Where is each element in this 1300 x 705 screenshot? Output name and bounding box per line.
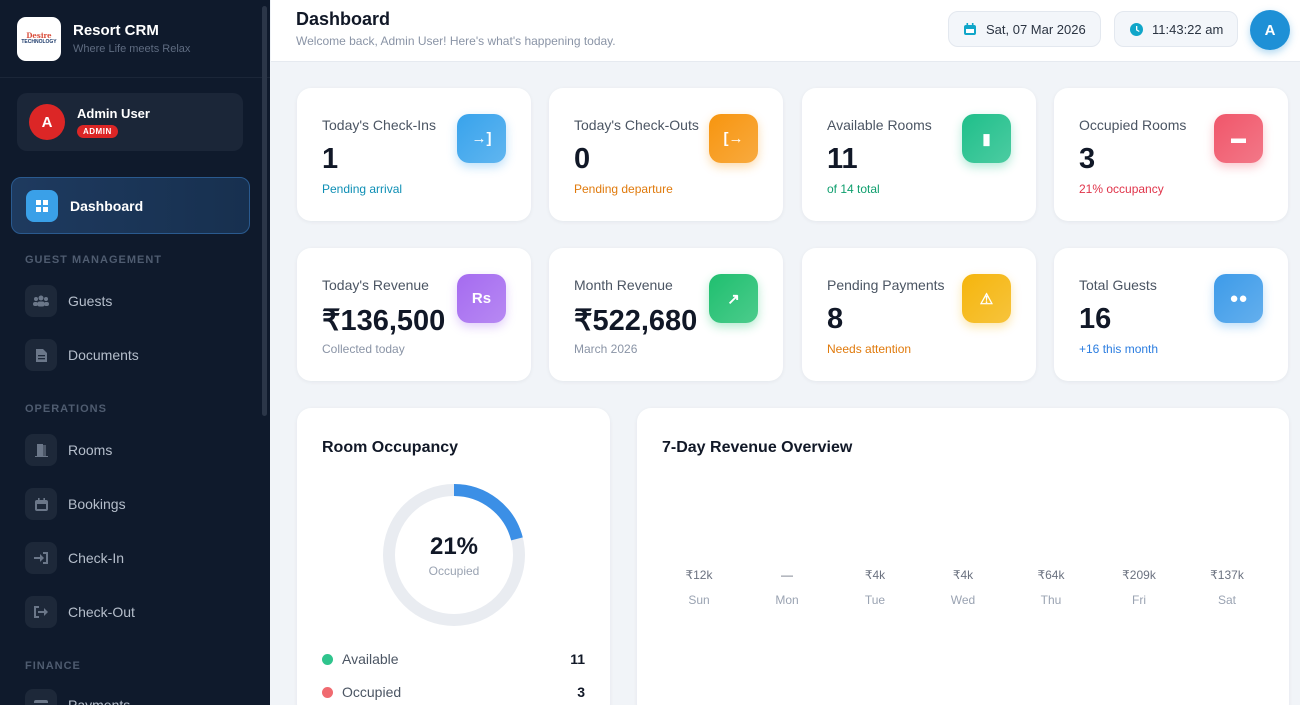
bed-icon: ▬: [1214, 114, 1263, 163]
door-open-icon: ▮: [962, 114, 1011, 163]
revenue-day-sun: ₹12k Sun: [655, 568, 743, 608]
calendar-icon: [963, 22, 977, 36]
revenue-value-label: ₹209k: [1122, 568, 1156, 582]
revenue-day-label: Sun: [688, 593, 710, 607]
revenue-day-fri: ₹209k Fri: [1095, 568, 1183, 608]
revenue-day-mon: — Mon: [743, 568, 831, 608]
stat-card-available-rooms[interactable]: Available Rooms 11 of 14 total ▮: [802, 88, 1036, 221]
stat-card-occupied-rooms[interactable]: Occupied Rooms 3 21% occupancy ▬: [1054, 88, 1288, 221]
revenue-day-label: Wed: [950, 593, 976, 607]
calendar-icon: [25, 488, 57, 520]
door-icon: [25, 434, 57, 466]
date-display: Sat, 07 Mar 2026: [948, 11, 1101, 47]
sidebar-scrollbar[interactable]: [262, 6, 267, 416]
nav-item-label: Dashboard: [70, 197, 144, 214]
revenue-day-tue: ₹4k Tue: [831, 568, 919, 608]
revenue-overview-panel: 7-Day Revenue Overview ₹12k Sun — Mon ₹4k Tue…: [637, 408, 1289, 705]
nav-item-dashboard[interactable]: Dashboard: [11, 177, 250, 234]
stat-card-todays-revenue[interactable]: Today's Revenue ₹136,500 Collected today…: [297, 248, 531, 381]
clock-icon: [1129, 22, 1143, 36]
revenue-value-label: —: [781, 568, 793, 582]
legend-occupied: Occupied 3: [322, 684, 585, 700]
sign-out-icon: [→: [709, 114, 758, 163]
top-header: Dashboard Welcome back, Admin User! Here…: [271, 0, 1300, 62]
page-title: Dashboard: [296, 9, 391, 29]
revenue-day-label: Fri: [1132, 593, 1146, 607]
nav-item-check-out[interactable]: Check-Out: [25, 595, 245, 629]
section-finance: FINANCE: [25, 660, 81, 672]
brand: Desire TECHNOLOGY Resort CRM Where Life …: [0, 0, 270, 78]
nav-item-bookings[interactable]: Bookings: [25, 487, 245, 521]
payments-icon: [25, 689, 57, 705]
revenue-value-label: ₹4k: [952, 568, 974, 582]
stat-card-pending-payments[interactable]: Pending Payments 8 Needs attention ⚠: [802, 248, 1036, 381]
user-name: Admin User: [77, 105, 150, 121]
revenue-day-thu: ₹64k Thu: [1007, 568, 1095, 608]
user-avatar: A: [29, 104, 65, 140]
users-icon: ●●: [1214, 274, 1263, 323]
nav-item-payments[interactable]: Payments: [25, 688, 245, 705]
chart-line-icon: ↗: [709, 274, 758, 323]
rupee-icon: Rs: [457, 274, 506, 323]
profile-avatar[interactable]: A: [1250, 10, 1290, 50]
sign-in-icon: →]: [457, 114, 506, 163]
revenue-day-label: Sat: [1217, 593, 1236, 607]
sign-out-icon: [25, 596, 57, 628]
warning-icon: ⚠: [962, 274, 1011, 323]
user-card[interactable]: A Admin User ADMIN: [17, 93, 243, 151]
revenue-value-label: ₹64k: [1037, 568, 1065, 582]
revenue-day-wed: ₹4k Wed: [919, 568, 1007, 608]
stat-card-check-ins[interactable]: Today's Check-Ins 1 Pending arrival →]: [297, 88, 531, 221]
legend-dot: [322, 653, 333, 665]
role-badge: ADMIN: [77, 124, 118, 138]
occupancy-donut: 21% Occupied: [380, 481, 528, 629]
document-icon: [25, 339, 57, 371]
revenue-value-label: ₹4k: [864, 568, 886, 582]
nav-item-guests[interactable]: Guests: [25, 284, 245, 318]
nav-item-check-in[interactable]: Check-In: [25, 541, 245, 575]
stat-card-month-revenue[interactable]: Month Revenue ₹522,680 March 2026 ↗: [549, 248, 783, 381]
sidebar: Desire TECHNOLOGY Resort CRM Where Life …: [0, 0, 270, 705]
section-operations: OPERATIONS: [25, 403, 107, 415]
room-occupancy-panel: Room Occupancy 21% Occupied Available 11…: [297, 408, 610, 705]
section-guest-management: GUEST MANAGEMENT: [25, 254, 162, 266]
revenue-value-label: ₹12k: [685, 568, 713, 582]
users-icon: [25, 285, 57, 317]
stat-card-total-guests[interactable]: Total Guests 16 +16 this month ●●: [1054, 248, 1288, 381]
sign-in-icon: [25, 542, 57, 574]
panel-title: Room Occupancy: [322, 439, 459, 456]
brand-title: Resort CRM: [73, 22, 159, 39]
revenue-bar-chart: ₹12k Sun — Mon ₹4k Tue ₹4k Wed ₹64k Thu ₹209k Fri ₹1…: [655, 568, 1271, 608]
time-display: 11:43:22 am: [1114, 11, 1239, 47]
revenue-value-label: ₹137k: [1210, 568, 1244, 582]
stat-card-check-outs[interactable]: Today's Check-Outs 0 Pending departure […: [549, 88, 783, 221]
dashboard-icon: [26, 189, 58, 222]
nav-item-rooms[interactable]: Rooms: [25, 433, 245, 467]
nav-item-documents[interactable]: Documents: [25, 338, 245, 372]
welcome-message: Welcome back, Admin User! Here's what's …: [296, 34, 616, 48]
legend-dot: [322, 686, 333, 698]
revenue-day-label: Mon: [775, 593, 799, 607]
company-logo[interactable]: Desire TECHNOLOGY: [17, 16, 61, 61]
panel-title: 7-Day Revenue Overview: [662, 439, 853, 456]
brand-subtitle: Where Life meets Relax: [73, 43, 191, 55]
occupancy-label: Occupied: [428, 563, 480, 578]
legend-available: Available 11: [322, 651, 585, 667]
revenue-day-label: Thu: [1040, 593, 1062, 607]
revenue-day-label: Tue: [864, 593, 886, 607]
occupancy-percent: 21%: [429, 532, 479, 560]
revenue-day-sat: ₹137k Sat: [1183, 568, 1271, 608]
